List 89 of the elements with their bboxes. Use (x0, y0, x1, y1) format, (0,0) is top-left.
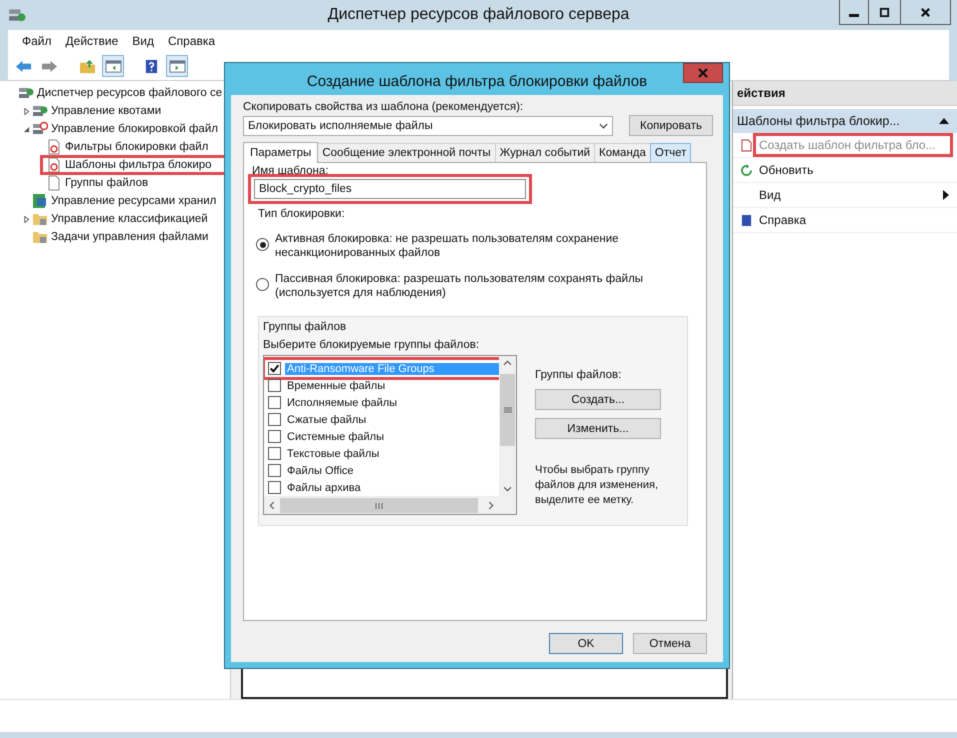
list-item[interactable]: Системные файлы (285, 430, 386, 442)
radio-button[interactable] (256, 278, 269, 291)
maximize-icon (879, 6, 890, 18)
checkbox[interactable] (268, 413, 281, 426)
list-item[interactable]: Файлы архива (285, 482, 363, 494)
copy-button[interactable]: Копировать (629, 115, 713, 136)
radio-button[interactable] (256, 238, 269, 251)
radio-label: Пассивная блокировка: разрешать пользователям сохранять файлы (используется для наблюдения) (275, 272, 644, 300)
grip-icon[interactable] (375, 502, 383, 508)
folder-icon (32, 211, 48, 227)
dialog-button[interactable]: Отмена (633, 633, 707, 654)
storage-icon (32, 193, 48, 209)
menu-item[interactable]: Файл (16, 34, 58, 48)
tab[interactable]: Параметры (243, 142, 318, 163)
dialog-button[interactable]: OK (549, 633, 623, 654)
list-item[interactable]: Файлы Office (285, 464, 356, 476)
dialog-title: Создание шаблона фильтра блокировки файлов (306, 72, 648, 90)
tree-item[interactable]: Задачи управления файлами (32, 229, 210, 245)
tree-item[interactable]: Фильтры блокировки файл (46, 139, 210, 155)
document-icon (46, 157, 62, 173)
menu-item[interactable]: Справка (162, 34, 222, 48)
checkbox[interactable] (268, 362, 281, 375)
window-title: Диспетчер ресурсов файлового сервера (328, 6, 630, 24)
expand-arrow-icon[interactable] (22, 108, 30, 114)
folder-icon (78, 58, 96, 74)
collapse-arrow-icon[interactable] (939, 118, 949, 124)
pane-icon (104, 58, 122, 74)
refresh-icon (740, 164, 752, 176)
list-item[interactable]: Сжатые файлы (285, 414, 368, 426)
action-item[interactable]: Вид (733, 183, 957, 208)
tree-item[interactable]: Управление классификацией (32, 211, 210, 227)
checkbox[interactable] (268, 430, 281, 443)
chevron-down-icon[interactable] (503, 486, 512, 492)
tree-item[interactable]: Управление блокировкой файл (32, 121, 220, 137)
input-field[interactable]: Block_crypto_files (254, 179, 526, 199)
close-icon (698, 68, 708, 78)
list-item[interactable]: Исполняемые файлы (285, 396, 400, 408)
forward-arrow-icon (40, 58, 58, 74)
action-item[interactable]: Обновить (733, 158, 957, 183)
checkbox[interactable] (268, 464, 281, 477)
group-button[interactable]: Создать... (535, 389, 661, 410)
horizontal-scrollbar[interactable] (264, 496, 516, 514)
checkbox[interactable] (268, 396, 281, 409)
checkbox[interactable] (268, 481, 281, 494)
folder-icon (32, 229, 48, 245)
tree-item[interactable]: Управление квотами (32, 103, 164, 119)
list-item[interactable]: Текстовые файлы (285, 448, 382, 460)
action-item[interactable]: Справка (733, 208, 957, 233)
tree-item[interactable]: Диспетчер ресурсов файлового се (18, 85, 224, 101)
checkbox[interactable] (268, 447, 281, 460)
expand-arrow-icon[interactable] (22, 216, 30, 222)
server-icon (32, 103, 48, 119)
tree-item[interactable]: Шаблоны фильтра блокиро (46, 157, 214, 173)
grip-icon[interactable] (504, 407, 512, 413)
vertical-scrollbar[interactable] (499, 356, 516, 496)
collapse-arrow-icon[interactable] (22, 126, 30, 132)
radio-label: Активная блокировка: не разрешать пользователям сохранение несанкционированных файлов (275, 232, 619, 260)
field-label: Выберите блокируемые группы файлов: (263, 339, 480, 351)
chevron-up-icon[interactable] (503, 360, 512, 366)
document-icon (740, 138, 752, 152)
tree-item[interactable]: Группы файлов (46, 175, 150, 191)
menu-item[interactable]: Вид (126, 34, 160, 48)
chevron-right-icon[interactable] (488, 501, 494, 510)
section-header[interactable]: Шаблоны фильтра блокир... (733, 109, 957, 133)
tree-item[interactable]: Управление ресурсами хранил (32, 193, 218, 209)
chevron-left-icon[interactable] (269, 501, 275, 510)
document-icon (46, 139, 62, 155)
pane-toggle-button[interactable] (102, 55, 124, 77)
server-icon (32, 121, 48, 137)
pane-header: ействия (733, 81, 957, 106)
checkbox[interactable] (268, 379, 281, 392)
group-title: Группы файлов (263, 321, 348, 333)
field-label: Тип блокировки: (258, 208, 346, 220)
tab[interactable]: Отчет (650, 143, 692, 162)
document-icon (46, 175, 62, 191)
hint-text: Чтобы выбрать группу файлов для изменения, выделите ее метку. (535, 463, 660, 508)
template-dropdown[interactable]: Блокировать исполняемые файлы (243, 116, 613, 136)
field-label: Имя шаблона: (252, 165, 330, 177)
server-icon (18, 85, 34, 101)
minimize-icon (849, 14, 859, 16)
close-icon (920, 6, 931, 18)
back-arrow-icon (14, 58, 32, 74)
field-label: Скопировать свойства из шаблона (рекомендуется): (243, 101, 524, 113)
list-item[interactable]: Временные файлы (285, 380, 388, 392)
pane-toggle-button[interactable] (166, 55, 188, 77)
field-label: Группы файлов: (535, 369, 622, 381)
menu-item[interactable]: Действие (60, 34, 124, 48)
pane-icon (168, 58, 186, 74)
group-button[interactable]: Изменить... (535, 418, 661, 439)
